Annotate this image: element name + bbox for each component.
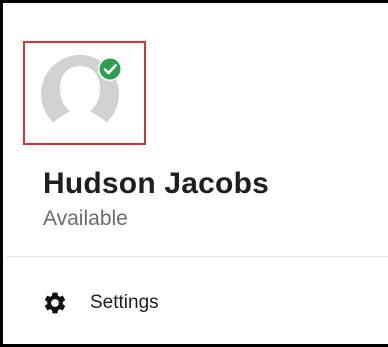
user-status: Available bbox=[43, 207, 128, 230]
user-name: Hudson Jacobs bbox=[43, 167, 269, 200]
gear-icon bbox=[42, 290, 68, 316]
settings-menu-item[interactable]: Settings bbox=[6, 275, 388, 331]
settings-label: Settings bbox=[90, 292, 159, 313]
profile-panel: Hudson Jacobs Available Settings bbox=[0, 0, 388, 347]
check-circle-icon bbox=[98, 57, 122, 81]
available-status-badge bbox=[97, 56, 123, 82]
divider bbox=[6, 256, 388, 257]
